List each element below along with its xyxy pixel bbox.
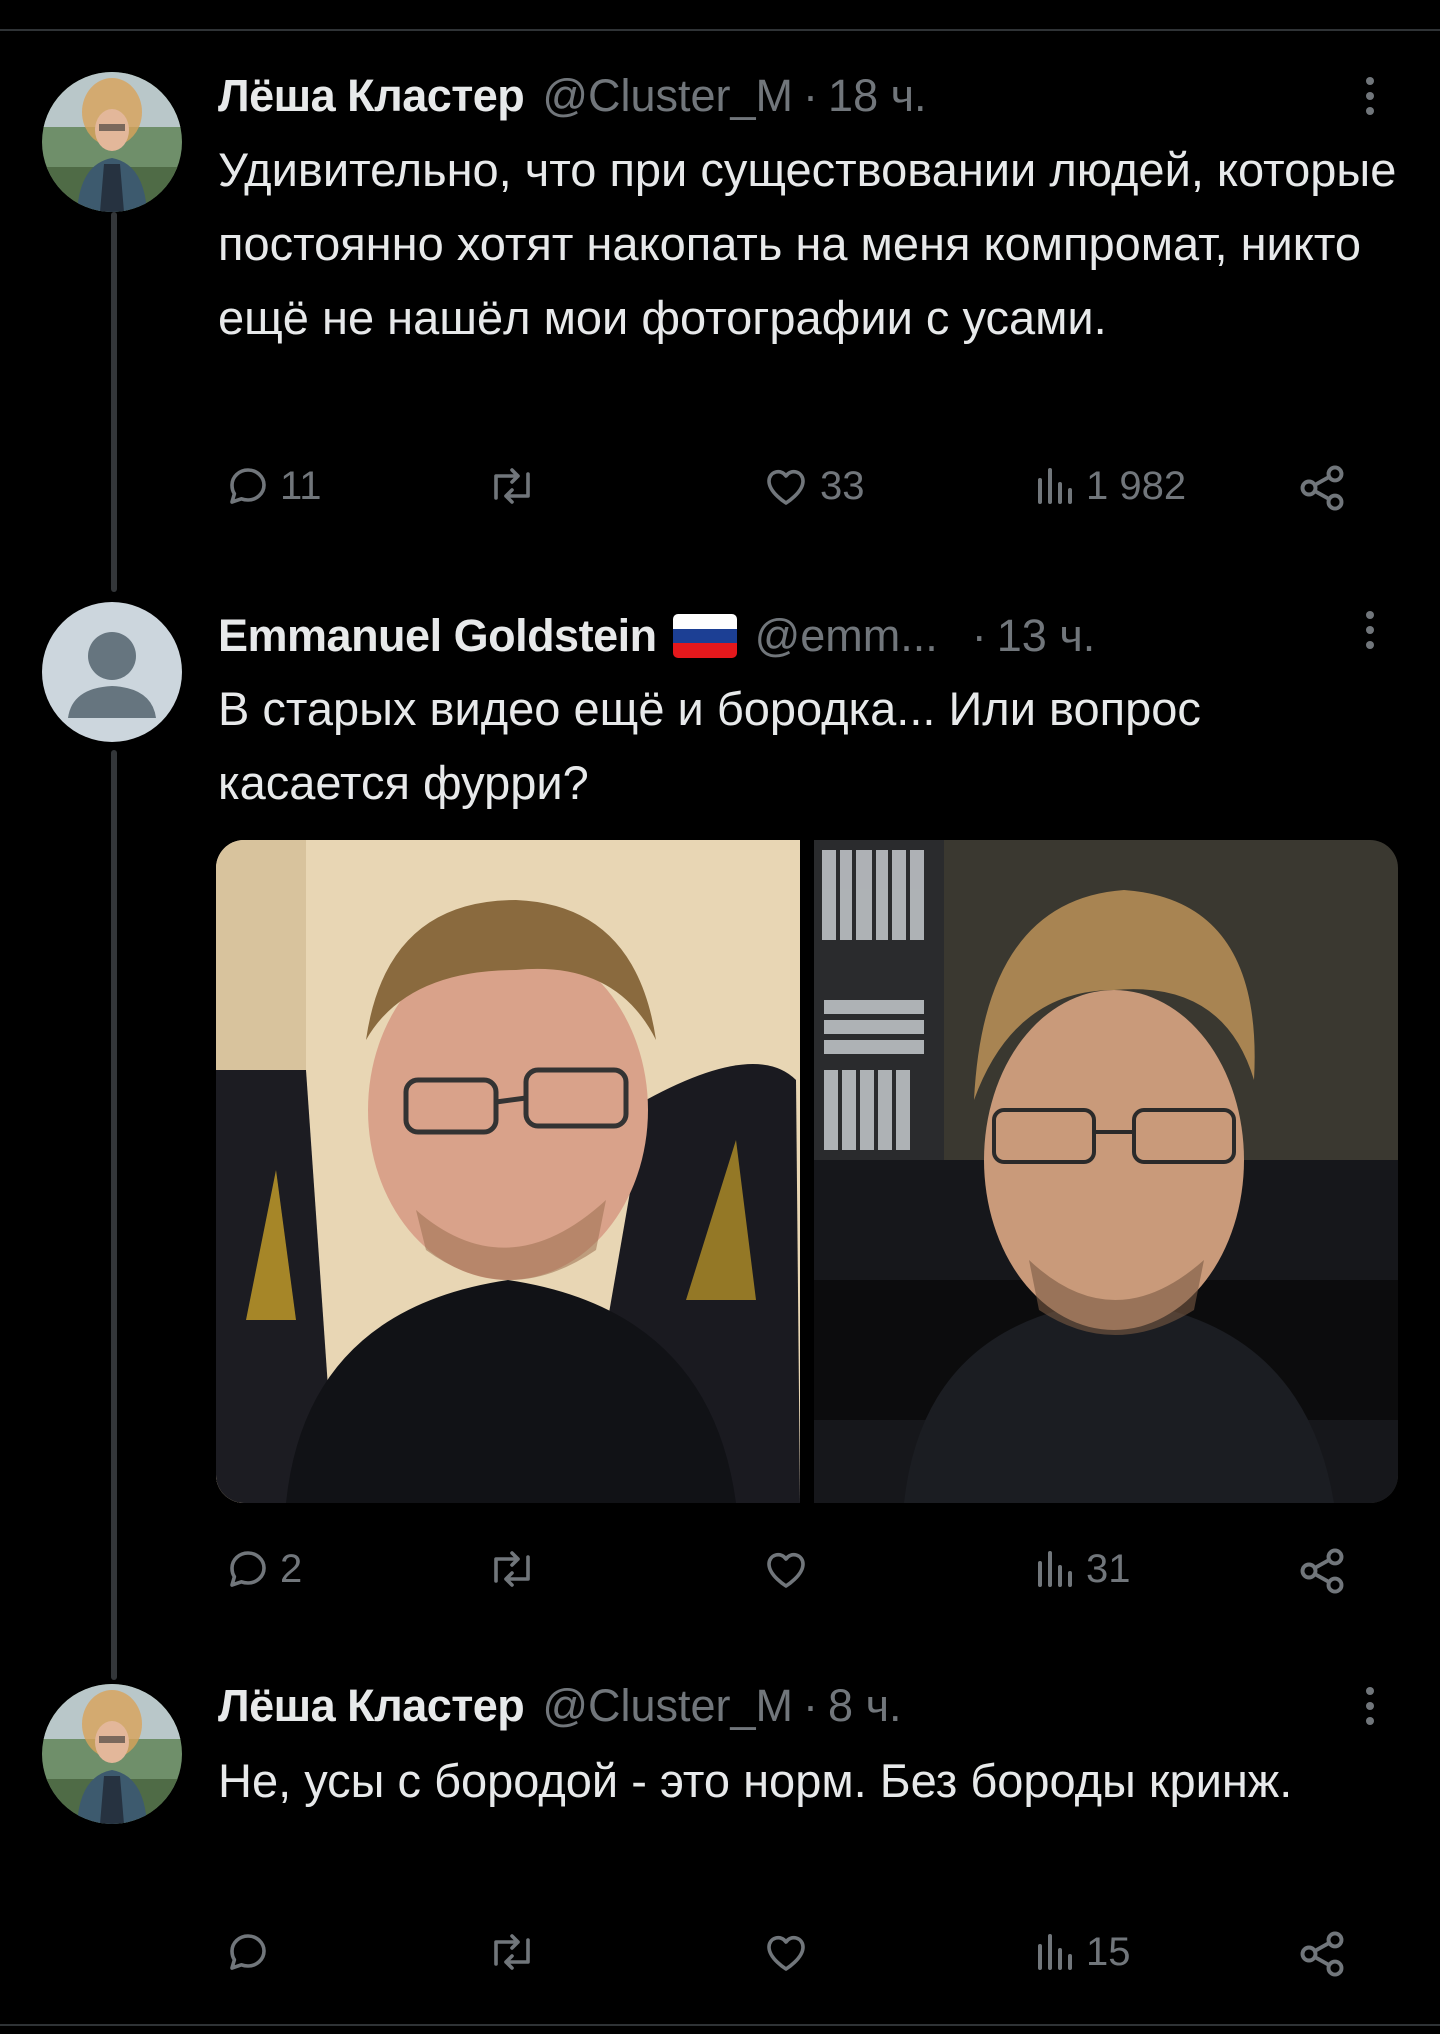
reply-button[interactable] — [224, 1928, 280, 1976]
default-avatar[interactable] — [42, 602, 182, 742]
separator-dot: · — [803, 1680, 819, 1731]
russia-flag-icon — [672, 614, 737, 658]
retweet-icon — [494, 468, 530, 504]
tweet-header: Лёша Кластер @Cluster_M · 8 ч. — [218, 1676, 902, 1736]
reply-icon — [230, 1551, 266, 1587]
top-divider — [0, 29, 1440, 31]
share-icon — [1300, 465, 1344, 511]
views-count: 1 982 — [1086, 463, 1187, 508]
share-icon — [1300, 1931, 1344, 1977]
heart-icon — [767, 1552, 805, 1588]
views-count: 31 — [1086, 1546, 1131, 1591]
author-handle[interactable]: @Cluster_M — [542, 1680, 793, 1732]
separator-dot: · — [803, 70, 819, 121]
views-button[interactable]: 31 — [1030, 1545, 1131, 1593]
reply-icon — [230, 1934, 266, 1970]
like-button[interactable]: 33 — [760, 462, 865, 510]
timestamp[interactable]: 18 ч. — [828, 70, 927, 122]
media-photo-left[interactable] — [216, 840, 800, 1503]
retweet-button[interactable] — [486, 462, 546, 510]
more-options-icon[interactable] — [1355, 66, 1385, 126]
more-options-icon[interactable] — [1355, 600, 1385, 660]
thread-line — [111, 750, 117, 1680]
bottom-divider — [0, 2024, 1440, 2026]
avatar[interactable] — [42, 72, 182, 212]
share-button[interactable] — [1296, 1545, 1348, 1597]
author-name[interactable]: Лёша Кластер — [218, 70, 525, 122]
tweet-text: Не, усы с бородой - это норм. Без бороды… — [218, 1754, 1293, 1807]
like-button[interactable] — [760, 1928, 820, 1976]
retweet-icon — [494, 1934, 530, 1970]
share-button[interactable] — [1296, 462, 1348, 514]
tweet-media[interactable] — [216, 840, 1398, 1503]
author-name[interactable]: Лёша Кластер — [218, 1680, 525, 1732]
heart-icon — [767, 469, 805, 505]
share-icon — [1300, 1548, 1344, 1594]
views-icon — [1038, 468, 1072, 504]
reply-button[interactable]: 11 — [224, 462, 322, 510]
more-options-icon[interactable] — [1355, 1676, 1385, 1736]
timestamp[interactable]: 8 ч. — [828, 1680, 901, 1732]
retweet-button[interactable] — [486, 1545, 546, 1593]
author-handle[interactable]: @Cluster_M — [542, 70, 793, 122]
tweet-actions: 15 — [0, 1928, 1440, 1988]
views-button[interactable]: 15 — [1030, 1928, 1131, 1976]
tweet-text: В старых видео ещё и бородка... Или вопр… — [218, 682, 1201, 809]
tweet-text: Удивительно, что при существовании людей… — [218, 143, 1397, 344]
views-count: 15 — [1086, 1929, 1131, 1974]
reply-icon — [230, 468, 266, 504]
views-icon — [1038, 1934, 1072, 1970]
views-button[interactable]: 1 982 — [1030, 462, 1186, 510]
share-button[interactable] — [1296, 1928, 1348, 1980]
like-count: 33 — [820, 463, 865, 508]
author-name[interactable]: Emmanuel Goldstein — [218, 610, 657, 662]
tweet-header: Лёша Кластер @Cluster_M · 18 ч. — [218, 66, 927, 126]
reply-button[interactable]: 2 — [224, 1545, 302, 1593]
thread-line — [111, 212, 117, 592]
heart-icon — [767, 1935, 805, 1971]
retweet-button[interactable] — [486, 1928, 546, 1976]
avatar[interactable] — [42, 1684, 182, 1824]
views-icon — [1038, 1551, 1072, 1587]
author-handle[interactable]: @emm... — [755, 610, 938, 662]
reply-count: 11 — [280, 463, 322, 508]
media-photo-right[interactable] — [814, 840, 1398, 1503]
separator-dot: · — [971, 610, 987, 661]
reply-count: 2 — [280, 1546, 303, 1591]
retweet-icon — [494, 1551, 530, 1587]
like-button[interactable] — [760, 1545, 820, 1593]
tweet-header: Emmanuel Goldstein @emm... · 13 ч. — [218, 606, 1095, 666]
tweet-actions: 2 31 — [0, 1545, 1440, 1605]
timestamp[interactable]: 13 ч. — [997, 610, 1096, 662]
tweet-actions: 11 33 1 982 — [0, 462, 1440, 522]
